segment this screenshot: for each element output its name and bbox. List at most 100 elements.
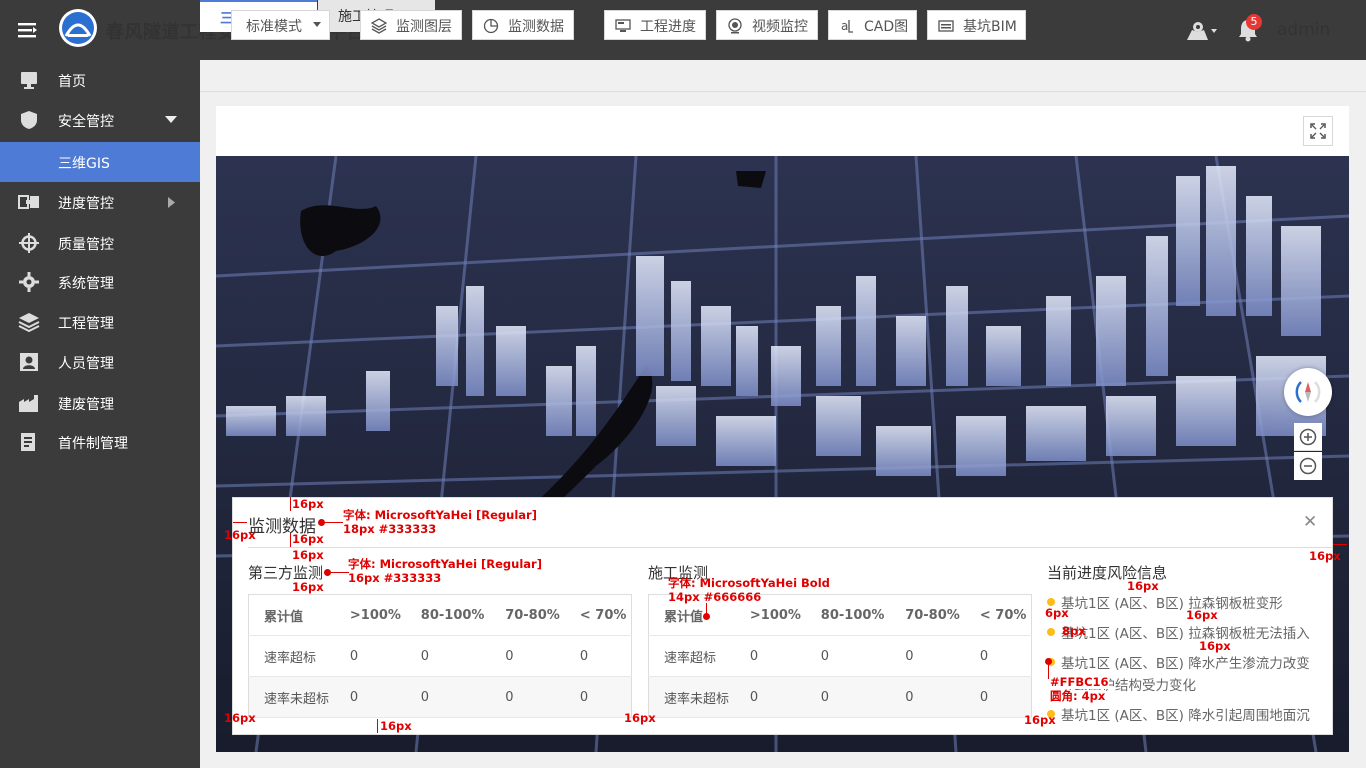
progress-icon bbox=[18, 195, 39, 209]
status-dot bbox=[1047, 598, 1055, 606]
sidebar-item-label: 首页 bbox=[58, 74, 86, 90]
close-icon[interactable]: ✕ bbox=[1303, 512, 1317, 532]
zoom-in-icon bbox=[1299, 428, 1317, 446]
font-annotation: 16px #333333 bbox=[348, 571, 442, 585]
table-cell: 0 bbox=[349, 689, 359, 705]
map-location-icon[interactable] bbox=[1186, 20, 1218, 42]
sidebar-item-home[interactable]: 首页 bbox=[0, 60, 200, 100]
sidebar-item-label: 工程管理 bbox=[58, 316, 114, 332]
table-cell: 0 bbox=[820, 689, 830, 705]
video-button[interactable]: 视频监控 bbox=[716, 10, 818, 40]
caret-right-icon bbox=[168, 197, 175, 208]
spacing-annotation: 16px bbox=[224, 528, 256, 542]
annotation-line bbox=[1333, 544, 1347, 545]
table-cell: 0 bbox=[420, 648, 430, 664]
sidebar-item-3d-gis[interactable]: 三维GIS bbox=[0, 142, 200, 182]
cad-button[interactable]: a CAD图 bbox=[828, 10, 917, 40]
table-cell: 速率未超标 bbox=[664, 691, 730, 707]
user-menu[interactable]: admin bbox=[1277, 20, 1330, 40]
radius-annotation: 圆角: 4px bbox=[1050, 689, 1106, 703]
sidebar-item-project[interactable]: 工程管理 bbox=[0, 302, 200, 342]
zoom-in-button[interactable] bbox=[1294, 423, 1322, 451]
annotation-line bbox=[331, 572, 349, 573]
sidebar-item-first-article[interactable]: 首件制管理 bbox=[0, 422, 200, 462]
risk-text: 基坑1区 (A区、B区) 拉森钢板桩变形 bbox=[1061, 596, 1283, 612]
mode-select[interactable]: 标准模式 bbox=[231, 10, 330, 40]
spacing-annotation: 16px bbox=[292, 548, 324, 562]
sidebar-item-label: 人员管理 bbox=[58, 356, 114, 372]
button-label: CAD图 bbox=[864, 19, 909, 35]
risk-text: 基坑1区 (A区、B区) 降水产生渗流力改变 bbox=[1061, 656, 1310, 672]
annotation-line bbox=[290, 497, 291, 511]
annotation-line bbox=[325, 522, 343, 523]
table-header: 70-80% bbox=[490, 594, 565, 636]
risk-text: 基坑1区 (A区、B区) 降水引起周围地面沉 bbox=[1061, 708, 1310, 724]
table-cell: 0 bbox=[749, 648, 759, 664]
button-label: 基坑BIM bbox=[963, 19, 1017, 35]
sidebar-item-safety[interactable]: 安全管控 bbox=[0, 100, 200, 140]
table-header: 80-100% bbox=[805, 594, 891, 636]
spacing-annotation: 16px bbox=[1127, 579, 1159, 593]
layers-button[interactable]: 监测图层 bbox=[360, 10, 462, 40]
table-row: 速率超标 0 0 0 0 bbox=[648, 636, 1032, 677]
button-label: 工程进度 bbox=[640, 19, 696, 35]
button-label: 视频监控 bbox=[752, 19, 808, 35]
table-cell: 0 bbox=[905, 689, 914, 705]
button-label: 监测图层 bbox=[396, 19, 452, 35]
person-card-icon bbox=[20, 353, 38, 371]
sidebar-item-label: 首件制管理 bbox=[58, 436, 128, 452]
spacing-annotation: 16px bbox=[292, 580, 324, 594]
factory-icon bbox=[19, 395, 38, 412]
table-cell: 0 bbox=[505, 648, 514, 664]
table-header: 70-80% bbox=[890, 594, 965, 636]
table-cell: 0 bbox=[749, 689, 759, 705]
annotation-line bbox=[290, 533, 291, 547]
compass-control[interactable] bbox=[1284, 368, 1332, 416]
table-cell: 0 bbox=[349, 648, 359, 664]
progress-button[interactable]: 工程进度 bbox=[604, 10, 706, 40]
fullscreen-icon bbox=[1310, 123, 1326, 139]
sidebar-item-personnel[interactable]: 人员管理 bbox=[0, 342, 200, 382]
third-party-table: 累计值 >100% 80-100% 70-80% < 70% 速率超标 0 0 … bbox=[248, 594, 632, 718]
bim-button[interactable]: 基坑BIM bbox=[927, 10, 1026, 40]
menu-toggle-icon[interactable] bbox=[18, 20, 38, 40]
table-header: 80-100% bbox=[405, 594, 491, 636]
chevron-down-icon bbox=[313, 22, 321, 27]
tab-strip bbox=[200, 60, 1366, 92]
table-cell: 速率超标 bbox=[664, 650, 717, 666]
table-cell: 0 bbox=[979, 648, 989, 664]
font-annotation: 18px #333333 bbox=[343, 522, 437, 536]
spacing-annotation: 16px bbox=[380, 719, 412, 733]
table-header: < 70% bbox=[964, 594, 1032, 636]
caret-down-icon bbox=[165, 116, 177, 123]
shield-icon bbox=[21, 111, 37, 129]
spacing-annotation: 16px bbox=[224, 711, 256, 725]
spacing-annotation: 16px bbox=[1024, 713, 1056, 727]
table-cell: 0 bbox=[905, 648, 914, 664]
spacing-annotation: 16px bbox=[292, 532, 324, 546]
bim-icon bbox=[938, 20, 954, 32]
zoom-out-icon bbox=[1299, 457, 1317, 475]
zoom-out-button[interactable] bbox=[1294, 452, 1322, 480]
sidebar-item-system[interactable]: 系统管理 bbox=[0, 262, 200, 302]
table-header: >100% bbox=[334, 594, 406, 636]
sidebar-item-label: 进度管控 bbox=[58, 196, 114, 212]
table-cell: 速率超标 bbox=[264, 650, 317, 666]
layers-icon bbox=[371, 18, 387, 34]
fullscreen-button[interactable] bbox=[1303, 116, 1333, 146]
monitor-data-button[interactable]: 监测数据 bbox=[472, 10, 574, 40]
annotation-marker bbox=[324, 569, 331, 576]
table-header-row: 累计值 >100% 80-100% 70-80% < 70% bbox=[248, 594, 632, 636]
table-cell: 0 bbox=[579, 648, 589, 664]
map-toolbar bbox=[216, 106, 1349, 156]
table-row: 速率超标 0 0 0 0 bbox=[248, 636, 632, 677]
gear-icon bbox=[19, 272, 39, 292]
font-annotation: 14px #666666 bbox=[668, 590, 762, 604]
annotation-line bbox=[377, 719, 378, 733]
compass-icon bbox=[1295, 381, 1321, 403]
cad-icon: a bbox=[841, 19, 853, 33]
sidebar-item-waste[interactable]: 建废管理 bbox=[0, 383, 200, 423]
sidebar-item-label: 建废管理 bbox=[58, 397, 114, 413]
sidebar-item-quality[interactable]: 质量管控 bbox=[0, 223, 200, 263]
sidebar-item-progress[interactable]: 进度管控 bbox=[0, 182, 200, 222]
